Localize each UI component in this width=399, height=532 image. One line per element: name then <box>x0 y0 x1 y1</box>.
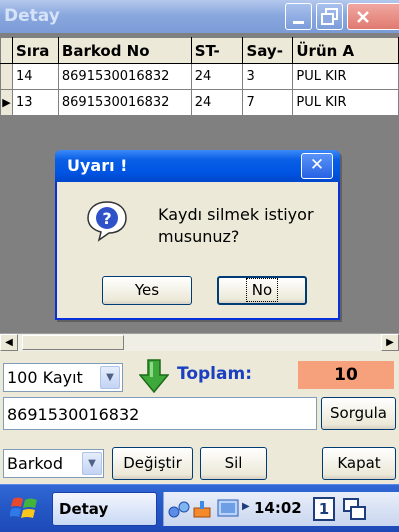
keyboard-indicator[interactable]: 1 <box>313 497 335 521</box>
svg-text:?: ? <box>102 209 111 228</box>
table-row[interactable]: ▶ 13 8691530016832 24 7 PUL KIR <box>0 89 399 116</box>
kapat-button[interactable]: Kapat <box>322 447 396 480</box>
system-tray: ▶ 14:02 1 <box>163 492 399 526</box>
close-icon: ✕ <box>309 155 325 175</box>
table-row[interactable]: 14 8691530016832 24 3 PUL KIR <box>0 63 399 90</box>
no-button[interactable]: No <box>217 276 307 305</box>
dialog-title: Uyarı ! <box>67 156 128 175</box>
sorgula-button[interactable]: Sorgula <box>321 397 396 430</box>
search-field-select[interactable]: Barkod ▼ <box>3 449 104 478</box>
degistir-button[interactable]: Değiştir <box>112 447 193 480</box>
windows-switch-icon[interactable] <box>342 497 368 523</box>
network-icon[interactable] <box>168 498 190 520</box>
green-down-arrow-icon <box>139 359 169 393</box>
search-field-value: Barkod <box>7 454 63 473</box>
restore-icon <box>321 8 338 25</box>
taskbar: Detay ▶ 14:02 1 <box>0 484 399 532</box>
dialog-titlebar: Uyarı ! ✕ <box>55 150 340 182</box>
windows-start-icon[interactable] <box>10 495 40 523</box>
chevron-down-icon[interactable]: ▼ <box>82 452 102 475</box>
chevron-down-icon[interactable]: ▼ <box>100 366 120 389</box>
row-marker[interactable] <box>0 63 13 90</box>
cell-say[interactable]: 3 <box>242 63 294 90</box>
cell-sira[interactable]: 14 <box>11 63 59 90</box>
minimize-button[interactable] <box>285 3 312 30</box>
dialog-close-button[interactable]: ✕ <box>301 153 333 179</box>
grid-corner-cell <box>0 37 13 64</box>
cell-urun[interactable]: PUL KIR <box>292 63 399 90</box>
barcode-input-value: 8691530016832 <box>7 405 140 424</box>
question-icon: ? <box>87 201 127 242</box>
cell-barkod[interactable]: 8691530016832 <box>57 63 192 90</box>
sync-icon[interactable] <box>192 498 214 520</box>
column-header-barkod[interactable]: Barkod No <box>57 37 192 64</box>
device-icon[interactable] <box>216 497 240 521</box>
sil-button[interactable]: Sil <box>200 447 267 480</box>
window-title: Detay <box>4 6 60 26</box>
tray-expand-icon[interactable]: ▶ <box>242 501 250 512</box>
barcode-input[interactable]: 8691530016832 <box>3 397 317 430</box>
record-count-value: 100 Kayıt <box>7 368 83 387</box>
column-header-st[interactable]: ST- <box>190 37 244 64</box>
close-icon <box>357 11 369 23</box>
record-count-select[interactable]: 100 Kayıt ▼ <box>3 363 123 392</box>
taskbar-app-button[interactable]: Detay <box>52 492 157 526</box>
scrollbar-thumb[interactable] <box>22 335 124 350</box>
grid-table: Sıra Barkod No ST- Say- Ürün A 14 869153… <box>0 37 399 116</box>
row-marker[interactable]: ▶ <box>0 89 13 116</box>
maximize-button[interactable] <box>316 3 343 30</box>
scroll-left-arrow-icon[interactable]: ◀ <box>0 334 18 351</box>
scroll-right-arrow-icon[interactable]: ▶ <box>381 334 399 351</box>
yes-button[interactable]: Yes <box>102 276 192 305</box>
taskbar-app-label: Detay <box>59 500 109 518</box>
column-header-sira[interactable]: Sıra <box>11 37 59 64</box>
toplam-value: 10 <box>298 361 394 389</box>
cell-st[interactable]: 24 <box>190 63 244 90</box>
yes-button-label: Yes <box>134 281 160 299</box>
cell-barkod[interactable]: 8691530016832 <box>57 89 192 116</box>
window-titlebar: Detay <box>0 0 399 33</box>
horizontal-scrollbar[interactable]: ◀ ▶ <box>0 333 399 351</box>
cell-say[interactable]: 7 <box>242 89 294 116</box>
toplam-label: Toplam: <box>177 364 252 384</box>
minimize-icon <box>293 21 304 24</box>
column-header-urun[interactable]: Ürün A <box>292 37 399 64</box>
confirm-dialog: Uyarı ! ✕ ? Kaydı silmek istiyor musunuz… <box>55 150 340 320</box>
window-close-button[interactable] <box>347 3 399 30</box>
column-header-say[interactable]: Say- <box>242 37 294 64</box>
no-button-label: No <box>245 278 279 302</box>
cell-st[interactable]: 24 <box>190 89 244 116</box>
dialog-message: Kaydı silmek istiyor musunuz? <box>158 205 314 246</box>
cell-urun[interactable]: PUL KIR <box>292 89 399 116</box>
taskbar-clock[interactable]: 14:02 <box>254 499 302 517</box>
cell-sira[interactable]: 13 <box>11 89 59 116</box>
